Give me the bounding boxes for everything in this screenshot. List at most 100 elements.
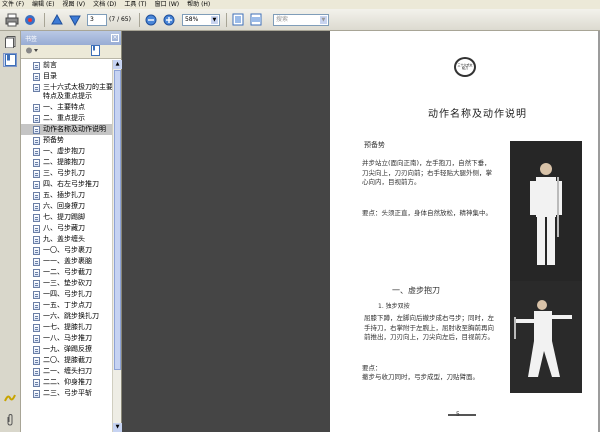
menubar: 文件 (F) 编辑 (E) 视图 (V) 文档 (D) 工具 (T) 窗口 (W… xyxy=(0,0,600,9)
bookmark-item[interactable]: 一五、丁步点刀 xyxy=(21,300,113,311)
bookmark-icon xyxy=(33,247,40,255)
bookmark-icon xyxy=(33,181,40,189)
bookmark-item[interactable]: 二、提膝抱刀 xyxy=(21,157,113,168)
options-icon[interactable] xyxy=(25,46,39,57)
bookmarks-toolbar xyxy=(21,45,121,59)
section2-subtitle: 1. 独步双按 xyxy=(378,303,410,310)
bookmark-icon xyxy=(33,302,40,310)
bookmark-icon xyxy=(33,104,40,112)
menu-document[interactable]: 文档 (D) xyxy=(93,0,116,9)
menu-tools[interactable]: 工具 (T) xyxy=(124,0,146,9)
bookmarks-title: 书签 xyxy=(25,35,38,43)
zoom-in-icon[interactable] xyxy=(162,12,177,27)
menu-help[interactable]: 帮助 (H) xyxy=(187,0,210,9)
bookmark-item[interactable]: 二一、缠头扫刀 xyxy=(21,366,113,377)
menu-file[interactable]: 文件 (F) xyxy=(2,0,24,9)
toolbar: 3 (7 / 65) 58% ▼ 搜索 ▼ xyxy=(0,9,600,31)
bookmark-icon xyxy=(33,148,40,156)
bookmark-item-selected[interactable]: 动作名称及动作说明 xyxy=(21,124,113,135)
navigation-strip xyxy=(0,31,21,432)
print-icon[interactable] xyxy=(4,12,19,27)
chevron-down-icon[interactable]: ▼ xyxy=(210,15,218,24)
bookmark-item[interactable]: 目录 xyxy=(21,71,113,82)
prev-page-icon[interactable] xyxy=(49,12,64,27)
menu-view[interactable]: 视图 (V) xyxy=(62,0,85,9)
bookmark-item[interactable]: 五、插步扎刀 xyxy=(21,190,113,201)
menu-window[interactable]: 窗口 (W) xyxy=(155,0,180,9)
bookmark-icon xyxy=(33,379,40,387)
next-page-icon[interactable] xyxy=(67,12,82,27)
bookmark-item[interactable]: 二〇、提膝截刀 xyxy=(21,355,113,366)
new-bookmark-icon[interactable] xyxy=(91,45,101,58)
zoom-select[interactable]: 58% ▼ xyxy=(181,13,220,26)
page-heading: 动作名称及动作说明 xyxy=(428,109,527,120)
bookmark-icon xyxy=(33,291,40,299)
fit-width-icon[interactable] xyxy=(249,12,264,27)
section2-note: 撤步与收刀同时，弓步成型，刀贴臂面。 xyxy=(362,373,479,381)
bookmark-item[interactable]: 预备势 xyxy=(21,135,113,146)
bookmark-item[interactable]: 一八、马步推刀 xyxy=(21,333,113,344)
bookmark-item[interactable]: 二二、仰身推刀 xyxy=(21,377,113,388)
scroll-up-icon[interactable]: ▲ xyxy=(113,60,122,69)
bookmark-item[interactable]: 二、重点提示 xyxy=(21,113,113,124)
page-gutter xyxy=(122,31,330,432)
bookmark-item[interactable]: 一九、弹踢反撩 xyxy=(21,344,113,355)
zoom-out-icon[interactable] xyxy=(144,12,159,27)
bookmarks-scrollbar[interactable]: ▲ ▼ xyxy=(112,60,122,432)
bookmark-item[interactable]: 一四、弓步扎刀 xyxy=(21,289,113,300)
bookmark-item[interactable]: 一二、弓步截刀 xyxy=(21,267,113,278)
section2-title: 一、虚步抱刀 xyxy=(392,286,440,295)
bookmark-icon xyxy=(33,280,40,288)
bookmark-icon xyxy=(33,225,40,233)
bookmark-item[interactable]: 一六、跳步换扎刀 xyxy=(21,311,113,322)
bookmark-icon xyxy=(33,390,40,398)
page-count: (7 / 65) xyxy=(109,16,131,23)
bookmark-item[interactable]: 一三、垫步砍刀 xyxy=(21,278,113,289)
bookmark-item[interactable]: 三十六式太极刀的主要特点及重点提示 xyxy=(21,82,113,102)
bookmark-item[interactable]: 一、主要特点 xyxy=(21,102,113,113)
bookmark-item[interactable]: 四、右左弓步推刀 xyxy=(21,179,113,190)
bookmark-item[interactable]: 二三、弓步平斩 xyxy=(21,388,113,399)
close-icon[interactable]: × xyxy=(111,34,119,42)
bookmark-item[interactable]: 九、盖步缠头 xyxy=(21,234,113,245)
bookmark-icon xyxy=(33,203,40,211)
search-input[interactable]: 搜索 ▼ xyxy=(272,13,329,26)
bookmark-item[interactable]: 七、提刀踢脚 xyxy=(21,212,113,223)
bookmark-item[interactable]: 一、虚步抱刀 xyxy=(21,146,113,157)
bookmark-item[interactable]: 三、弓步扎刀 xyxy=(21,168,113,179)
fit-page-icon[interactable] xyxy=(231,12,246,27)
share-icon[interactable] xyxy=(22,12,37,27)
bookmark-icon xyxy=(33,324,40,332)
toolbar-separator xyxy=(225,12,227,27)
scroll-down-icon[interactable]: ▼ xyxy=(113,423,122,432)
scrollbar-thumb[interactable] xyxy=(114,70,121,370)
bookmark-icon xyxy=(33,368,40,376)
bookmark-item[interactable]: 八、弓步藏刀 xyxy=(21,223,113,234)
bookmark-item[interactable]: 前言 xyxy=(21,60,113,71)
chevron-down-icon[interactable]: ▼ xyxy=(319,15,327,24)
pages-icon[interactable] xyxy=(3,35,17,49)
document-page: 三十六式太极刀 动作名称及动作说明 预备势 并步站立(面向正南)，左手抱刀，自然… xyxy=(330,31,598,432)
bookmark-item[interactable]: 一七、提膝扎刀 xyxy=(21,322,113,333)
bookmark-icon xyxy=(33,346,40,354)
bookmarks-icon[interactable] xyxy=(3,53,17,67)
bookmark-icon xyxy=(33,192,40,200)
illustration-photo xyxy=(510,141,582,291)
bookmark-item[interactable]: 六、回身撩刀 xyxy=(21,201,113,212)
illustration-photo xyxy=(510,281,582,393)
bookmark-item[interactable]: 一〇、弓步裹刀 xyxy=(21,245,113,256)
signatures-icon[interactable] xyxy=(3,391,17,405)
bookmark-icon xyxy=(33,357,40,365)
attachments-icon[interactable] xyxy=(3,413,17,427)
document-viewport[interactable]: 三十六式太极刀 动作名称及动作说明 预备势 并步站立(面向正南)，左手抱刀，自然… xyxy=(122,31,600,432)
zoom-value: 58% xyxy=(184,15,199,23)
toolbar-separator xyxy=(44,12,45,27)
bookmark-icon xyxy=(33,84,40,92)
page-number-input[interactable]: 3 xyxy=(87,13,107,26)
toolbar-separator xyxy=(138,12,140,27)
menu-edit[interactable]: 编辑 (E) xyxy=(32,0,54,9)
bookmarks-panel: 书签 × 前言 目录 三十六式太极刀的主要特点及重点提示 一、主要特点 二、重点… xyxy=(21,31,122,432)
bookmark-item[interactable]: 一一、盖步裹脑 xyxy=(21,256,113,267)
page-number: 5 xyxy=(456,411,460,418)
page-number-ornament xyxy=(448,414,476,416)
